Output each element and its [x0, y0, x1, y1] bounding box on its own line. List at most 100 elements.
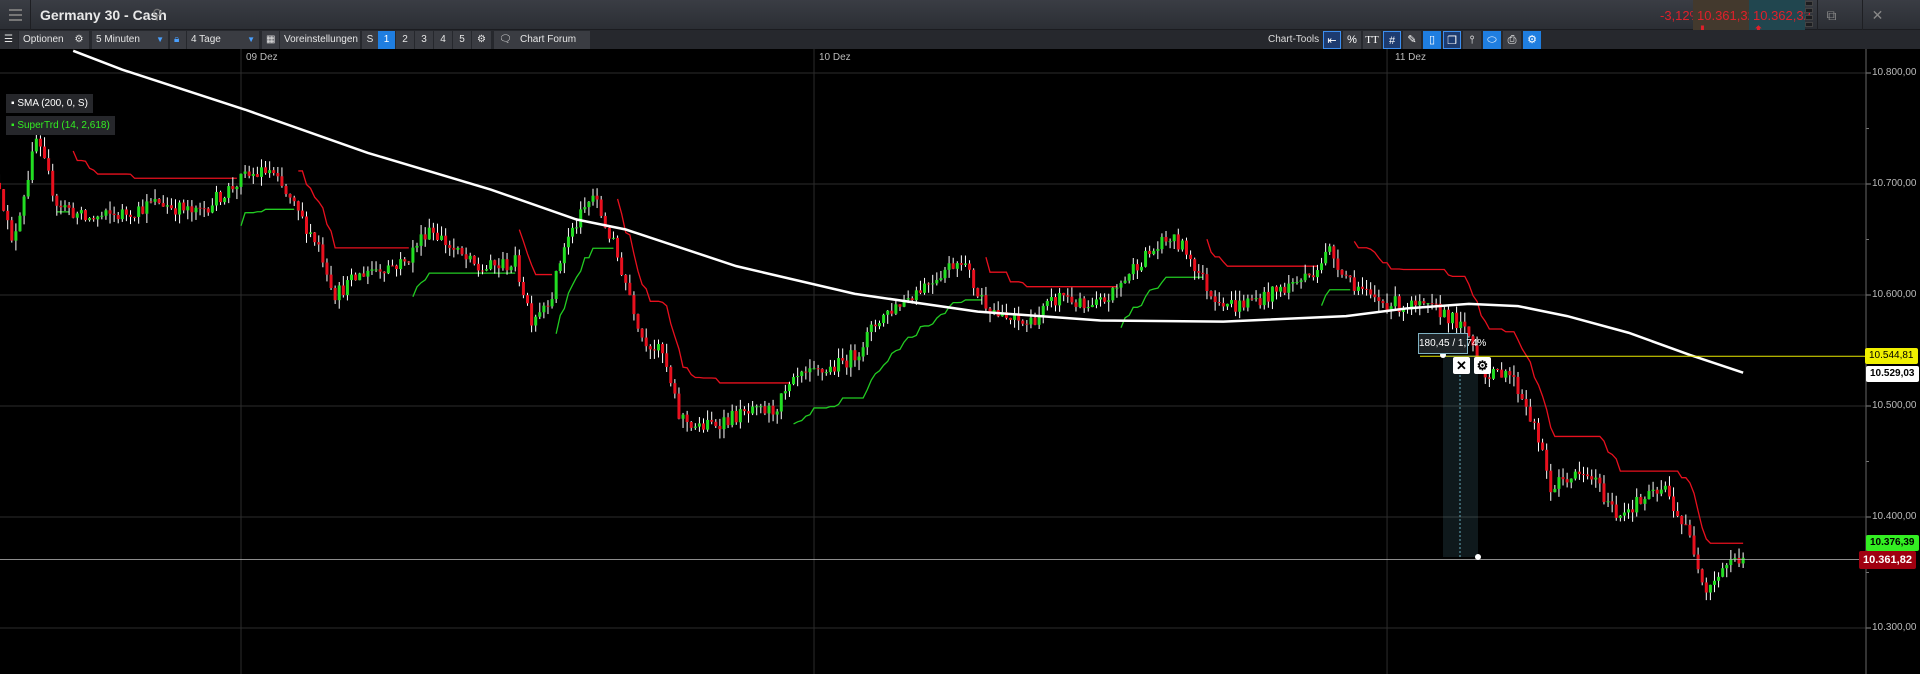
gear-icon[interactable]: ⚙: [69, 31, 89, 49]
candle-body: [100, 215, 104, 217]
slot-settings-gear-icon[interactable]: ⚙: [472, 31, 491, 49]
candle-body: [1217, 302, 1221, 304]
candle-body: [935, 279, 939, 284]
candle-icon[interactable]: ▯: [1423, 31, 1441, 49]
print-icon[interactable]: ⎙: [1503, 31, 1521, 49]
sell-price-button[interactable]: 10.361,32 ⬇: [1693, 0, 1755, 38]
chart-forum-button[interactable]: 🗨︎ Chart Forum: [494, 31, 590, 49]
candle-body: [951, 263, 955, 269]
candle-body: [832, 366, 836, 372]
candle-body: [1356, 286, 1360, 291]
candle-body: [464, 254, 468, 260]
candle-body: [828, 366, 832, 373]
candle-body: [1442, 309, 1446, 318]
candle-body: [632, 295, 636, 315]
y-tick-label: 10.400,00: [1872, 511, 1917, 522]
date-label: 09 Dez: [246, 52, 278, 63]
candle-body: [1107, 300, 1111, 302]
popout-icon[interactable]: ⧉: [1817, 0, 1845, 30]
range-select[interactable]: 4 Tage ▼: [187, 31, 259, 49]
grid-icon[interactable]: #: [1383, 31, 1401, 49]
candle-body: [1119, 282, 1123, 288]
close-icon[interactable]: ✕: [1862, 0, 1892, 30]
candle-body: [243, 171, 247, 174]
candle-body: [1270, 286, 1274, 302]
indicators-icon[interactable]: ⫯: [1463, 31, 1481, 49]
settings-draw-icon[interactable]: ⚙: [1523, 31, 1541, 49]
candle-body: [386, 265, 390, 274]
candle-body: [1262, 291, 1266, 306]
slot-s[interactable]: S: [362, 31, 378, 49]
search-icon[interactable]: ⚲: [152, 6, 162, 23]
options-button[interactable]: Optionen: [19, 31, 69, 49]
legend-sma[interactable]: ▪ SMA (200, 0, S): [6, 94, 93, 113]
slot-3[interactable]: 3: [415, 31, 433, 49]
candle-body: [591, 195, 595, 202]
candle-body: [1582, 474, 1586, 476]
candle-body: [423, 234, 427, 240]
supertrend-line: [1320, 289, 1351, 306]
slot-4[interactable]: 4: [434, 31, 452, 49]
interval-select[interactable]: 5 Minuten ▼: [92, 31, 168, 49]
candle-body: [476, 263, 480, 271]
candle-body: [1385, 303, 1389, 310]
instrument-title: Germany 30 - Cash: [40, 7, 167, 23]
candle-body: [161, 203, 165, 207]
text-tool-button[interactable]: TT: [1363, 31, 1381, 49]
candle-body: [1148, 250, 1152, 255]
candle-body: [1054, 296, 1058, 306]
price-chart[interactable]: [0, 49, 1920, 674]
calendar-icon[interactable]: ▦: [262, 31, 279, 49]
slot-1[interactable]: 1: [378, 31, 395, 49]
candle-body: [354, 274, 358, 281]
candle-body: [886, 310, 890, 315]
candle-body: [190, 206, 194, 213]
percent-button[interactable]: %: [1343, 31, 1361, 49]
candle-body: [595, 195, 599, 200]
candle-body: [378, 269, 382, 272]
candle-body: [247, 171, 251, 176]
label-tag-icon[interactable]: ⬭: [1483, 31, 1501, 49]
candle-body: [923, 283, 927, 293]
candle-body: [67, 205, 71, 208]
legend-supertrend[interactable]: ▪ SuperTrd (14, 2,618): [6, 116, 115, 135]
buy-price-button[interactable]: 10.362,32 ⬆: [1749, 0, 1811, 38]
title-bar: Germany 30 - Cash ⚲ -3,12% 10.361,32 ⬇ 1…: [0, 0, 1920, 38]
measure-close-icon[interactable]: ✕: [1453, 357, 1470, 374]
candle-body: [1111, 287, 1115, 301]
candle-body: [1708, 584, 1712, 593]
candle-body: [1569, 478, 1573, 483]
candle-body: [742, 409, 746, 412]
lock-icon[interactable]: 🔒︎: [170, 31, 186, 49]
layers-icon[interactable]: ❐: [1443, 31, 1461, 49]
candle-body: [55, 195, 59, 206]
y-tick-label: 10.700,00: [1872, 178, 1917, 189]
candle-body: [738, 409, 742, 423]
reset-icon[interactable]: ⇤: [1323, 31, 1341, 49]
slot-5[interactable]: 5: [453, 31, 471, 49]
candle-body: [214, 191, 218, 206]
candle-body: [1242, 300, 1246, 308]
candle-body: [30, 151, 34, 181]
candle-body: [1090, 304, 1094, 308]
candle-body: [976, 288, 980, 297]
candle-body: [390, 265, 394, 267]
candle-body: [1246, 298, 1250, 308]
list-icon[interactable]: ☰: [0, 31, 18, 49]
candle-body: [1700, 569, 1704, 583]
grid-edit-icon[interactable]: ✎: [1403, 31, 1421, 49]
candle-body: [906, 298, 910, 300]
candle-body: [1099, 297, 1103, 300]
menu-icon[interactable]: [0, 0, 31, 30]
candle-body: [313, 232, 317, 243]
candle-body: [526, 295, 530, 304]
candle-body: [1692, 535, 1696, 555]
candle-body: [1299, 280, 1303, 282]
measure-settings-gear-icon[interactable]: ⚙: [1474, 357, 1491, 374]
candle-body: [697, 423, 701, 427]
slot-2[interactable]: 2: [396, 31, 414, 49]
candle-body: [1676, 511, 1680, 516]
candle-body: [755, 406, 759, 408]
candle-body: [2, 189, 6, 211]
presets-button[interactable]: Voreinstellungen: [280, 31, 360, 49]
